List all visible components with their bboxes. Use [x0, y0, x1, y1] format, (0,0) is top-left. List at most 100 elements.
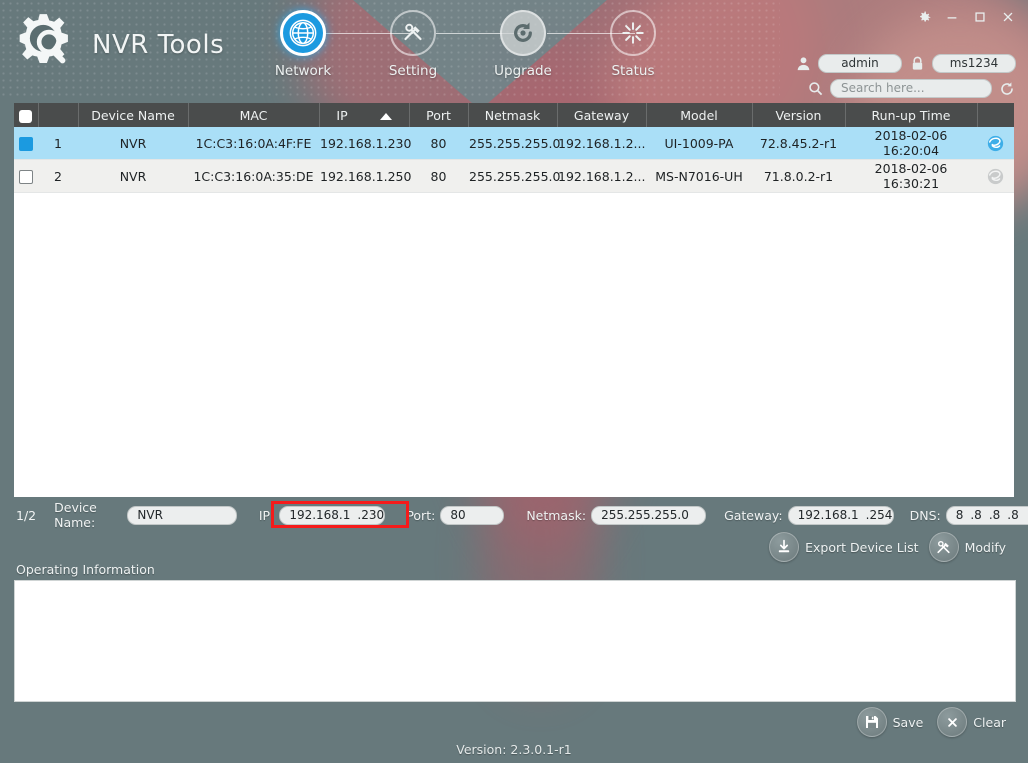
- column-netmask[interactable]: Netmask: [468, 103, 557, 127]
- row-mac: 1C:C3:16:0A:4F:FE: [188, 127, 319, 160]
- column-ip-label: IP: [336, 108, 347, 123]
- tools-icon: [929, 532, 959, 562]
- row-gateway: 192.168.1.2...: [557, 160, 646, 193]
- pagination-indicator: 1/2: [16, 508, 36, 523]
- row-index: 2: [38, 160, 78, 193]
- table-row[interactable]: 1 NVR 1C:C3:16:0A:4F:FE 192.168.1.230 80…: [14, 127, 1014, 160]
- row-ip: 192.168.1.250: [319, 160, 409, 193]
- main-nav: Network Setting: [248, 10, 688, 79]
- device-edit-form: 1/2 Device Name: NVR IP: 192.168.1 .230 …: [0, 500, 1028, 530]
- gear-magnifier-icon: [18, 12, 84, 78]
- row-link-cell[interactable]: [977, 160, 1014, 193]
- export-device-list-label: Export Device List: [805, 540, 918, 555]
- operating-information-textarea[interactable]: [14, 580, 1016, 702]
- column-link: [977, 103, 1014, 127]
- port-field: Port: 80: [406, 506, 504, 525]
- clear-button[interactable]: Clear: [937, 707, 1006, 737]
- select-all-checkbox[interactable]: [19, 110, 32, 123]
- dns-octet-1[interactable]: 8: [956, 507, 964, 524]
- table-header-row: Device Name MAC IP Port Netmask Gateway …: [14, 103, 1014, 127]
- column-model[interactable]: Model: [646, 103, 752, 127]
- nav-label-network: Network: [275, 63, 331, 79]
- username-input[interactable]: admin: [818, 54, 902, 73]
- nav-label-upgrade: Upgrade: [494, 63, 552, 79]
- column-gateway[interactable]: Gateway: [557, 103, 646, 127]
- browser-icon[interactable]: [987, 168, 1004, 185]
- row-netmask: 255.255.255.0: [468, 127, 557, 160]
- settings-gear-icon[interactable]: [910, 4, 938, 30]
- row-index: 1: [38, 127, 78, 160]
- device-name-input[interactable]: NVR: [127, 506, 236, 525]
- column-version[interactable]: Version: [752, 103, 845, 127]
- row-port: 80: [409, 160, 468, 193]
- user-icon: [794, 55, 812, 73]
- app-title: NVR Tools: [92, 30, 224, 60]
- nav-label-status: Status: [611, 63, 654, 79]
- dns-octet-2[interactable]: .8: [970, 507, 981, 524]
- save-button[interactable]: Save: [857, 707, 924, 737]
- column-port[interactable]: Port: [409, 103, 468, 127]
- dns-input[interactable]: 8 .8 .8 .8: [946, 506, 1028, 525]
- row-select-cell[interactable]: [14, 160, 38, 193]
- column-runup-time[interactable]: Run-up Time: [845, 103, 977, 127]
- ip-suffix[interactable]: .230: [357, 507, 384, 524]
- select-all-column[interactable]: [14, 103, 38, 127]
- minimize-button[interactable]: [938, 4, 966, 30]
- row-version: 71.8.0.2-r1: [752, 160, 845, 193]
- row-ip: 192.168.1.230: [319, 127, 409, 160]
- nav-item-setting[interactable]: Setting: [358, 10, 468, 79]
- row-netmask: 255.255.255.0: [468, 160, 557, 193]
- ip-input[interactable]: 192.168.1 .230: [279, 506, 385, 525]
- download-icon: [769, 532, 799, 562]
- nav-item-status[interactable]: Status: [578, 10, 688, 79]
- credentials-row: admin ms1234: [794, 54, 1016, 73]
- dns-octet-4[interactable]: .8: [1007, 507, 1018, 524]
- gateway-suffix[interactable]: .254: [866, 507, 893, 524]
- column-mac[interactable]: MAC: [188, 103, 319, 127]
- row-checkbox[interactable]: [19, 137, 33, 151]
- dns-octet-3[interactable]: .8: [989, 507, 1000, 524]
- maximize-button[interactable]: [966, 4, 994, 30]
- device-name-field: Device Name: NVR: [54, 500, 237, 530]
- column-index[interactable]: [38, 103, 78, 127]
- search-icon[interactable]: [806, 80, 824, 98]
- column-device-name[interactable]: Device Name: [78, 103, 188, 127]
- column-ip[interactable]: IP: [319, 103, 409, 127]
- app-logo: NVR Tools: [18, 12, 224, 78]
- gateway-prefix[interactable]: 192.168.1: [798, 507, 859, 524]
- modify-button[interactable]: Modify: [929, 532, 1006, 562]
- gateway-input[interactable]: 192.168.1 .254: [788, 506, 894, 525]
- ip-label: IP:: [259, 508, 274, 523]
- nav-item-network[interactable]: Network: [248, 10, 358, 79]
- close-button[interactable]: [994, 4, 1022, 30]
- row-runup-time: 2018-02-06 16:30:21: [845, 160, 977, 193]
- close-circle-icon: [937, 707, 967, 737]
- save-label: Save: [893, 715, 924, 730]
- netmask-input[interactable]: 255.255.255.0: [591, 506, 706, 525]
- gateway-field: Gateway: 192.168.1 .254: [724, 506, 894, 525]
- refresh-icon[interactable]: [998, 80, 1016, 98]
- ip-prefix[interactable]: 192.168.1: [289, 507, 350, 524]
- globe-icon: [280, 10, 326, 56]
- row-device-name: NVR: [78, 160, 188, 193]
- row-model: MS-N7016-UH: [646, 160, 752, 193]
- nav-item-upgrade[interactable]: Upgrade: [468, 10, 578, 79]
- table-row[interactable]: 2 NVR 1C:C3:16:0A:35:DE 192.168.1.250 80…: [14, 160, 1014, 193]
- search-input[interactable]: Search here...: [830, 79, 992, 98]
- row-port: 80: [409, 127, 468, 160]
- modify-label: Modify: [965, 540, 1006, 555]
- netmask-field: Netmask: 255.255.255.0: [526, 506, 706, 525]
- refresh-swirl-icon: [500, 10, 546, 56]
- row-select-cell[interactable]: [14, 127, 38, 160]
- device-table-panel: Device Name MAC IP Port Netmask Gateway …: [14, 103, 1014, 497]
- export-device-list-button[interactable]: Export Device List: [769, 532, 918, 562]
- row-version: 72.8.45.2-r1: [752, 127, 845, 160]
- row-runup-time: 2018-02-06 16:20:04: [845, 127, 977, 160]
- password-input[interactable]: ms1234: [932, 54, 1016, 73]
- row-checkbox[interactable]: [19, 170, 33, 184]
- lock-icon: [908, 55, 926, 73]
- row-link-cell[interactable]: [977, 127, 1014, 160]
- port-input[interactable]: 80: [440, 506, 504, 525]
- browser-icon[interactable]: [987, 135, 1004, 152]
- dns-field: DNS: 8 .8 .8 .8: [910, 506, 1028, 525]
